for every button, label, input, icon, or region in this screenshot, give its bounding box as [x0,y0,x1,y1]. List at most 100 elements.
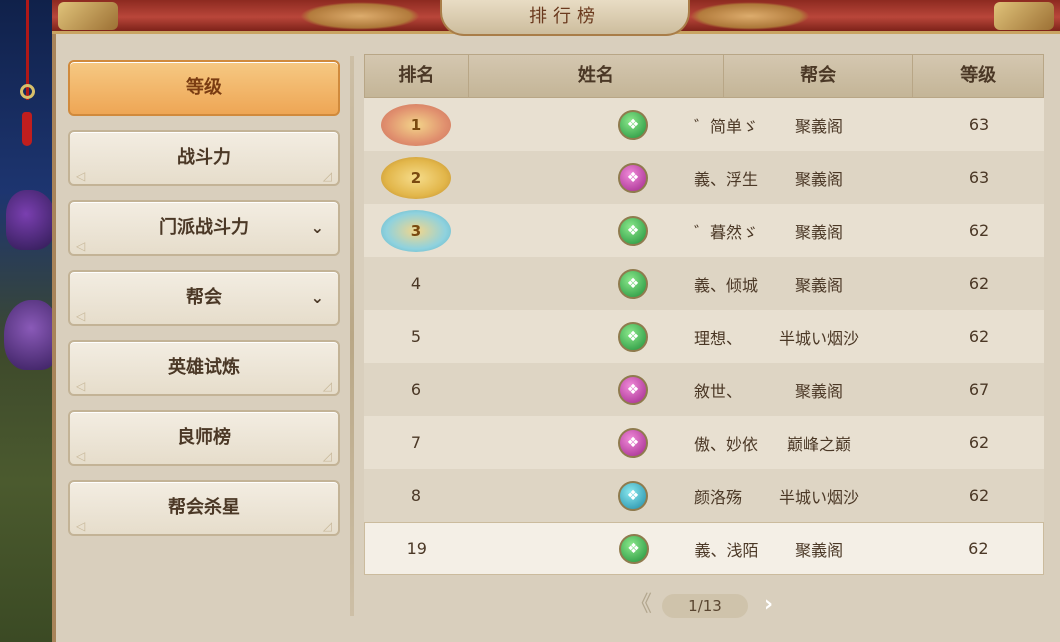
class-gem-icon: ❖ [618,215,648,246]
ranking-table: 排名 姓名 帮会 等级 1 ❖ ゛简单ゞ 聚義阁 63 2 ❖ 義、浮生 聚義阁 6… [364,54,1044,575]
category-menu: 等级 ◁ 战斗力 ◿ ◁ 门派战斗力 ⌄ ◁ 帮会 ⌄ ◁ 英雄试炼 ◿ ◁ 良… [68,60,340,550]
class-gem-icon: ❖ [618,268,648,299]
level-cell: 62 [968,221,990,240]
guild-cell: 聚義阁 [794,169,843,189]
table-body: 1 ❖ ゛简单ゞ 聚義阁 63 2 ❖ 義、浮生 聚義阁 63 3 ❖ ゛暮然ゞ 聚義… [364,98,1044,575]
rank-cell: 19 [406,539,427,558]
level-cell: 62 [968,539,989,558]
class-gem-icon: ❖ [618,109,648,140]
column-header-guild: 帮会 [724,55,914,97]
menu-item-hero-trial[interactable]: ◁ 英雄试炼 ◿ [68,340,340,396]
table-row[interactable]: 7 ❖ 傲、妙依 巅峰之巅 62 [364,416,1044,469]
name-cell: ❖ ゛简单ゞ [468,109,758,140]
table-row[interactable]: 2 ❖ 義、浮生 聚義阁 63 [364,151,1044,204]
ornament-icon: ◿ [322,379,332,393]
table-row[interactable]: 4 ❖ 義、倾城 聚義阁 62 [364,257,1044,310]
ornament-icon: ◁ [76,239,86,253]
table-row[interactable]: 6 ❖ 敘世、 聚義阁 67 [364,363,1044,416]
level-cell: 62 [968,327,990,346]
menu-item-label: 战斗力 [177,147,231,168]
ornament-icon: ◿ [322,169,332,183]
menu-item-guild-killstar[interactable]: ◁ 帮会杀星 ◿ [68,480,340,536]
character-sprite [6,190,56,250]
title-corner-ornament [58,2,118,30]
guild-cell: 聚義阁 [794,275,843,295]
ornament-icon: ◁ [76,449,86,463]
rank-medal-icon: 2 [381,156,451,199]
guild-cell: 巅峰之巅 [786,434,851,454]
table-row-self[interactable]: 19 ❖ 義、浅陌 聚義阁 62 [364,522,1044,575]
table-row[interactable]: 1 ❖ ゛简单ゞ 聚義阁 63 [364,98,1044,151]
column-header-name: 姓名 [469,55,724,97]
rank-cell: 3 [364,209,468,252]
panel-divider [350,56,354,616]
page-indicator: 1/13 [662,594,748,618]
rank-medal-icon: 1 [381,103,451,146]
rank-cell: 1 [364,103,468,146]
column-header-level: 等级 [960,65,997,86]
page-title: 排行榜 [440,0,690,36]
menu-item-guild[interactable]: ◁ 帮会 ⌄ [68,270,340,326]
character-sprite [4,300,58,370]
title-ornament [300,2,420,30]
table-header: 排名 姓名 帮会 等级 [364,54,1044,98]
name-cell: ❖ 理想、 [468,321,742,352]
guild-cell: 聚義阁 [794,381,843,401]
guild-cell: 聚義阁 [795,540,844,560]
ornament-icon: ◁ [76,519,86,533]
guild-cell: 聚義阁 [794,222,843,242]
chevron-down-icon[interactable]: ⌄ [311,272,324,324]
rank-cell: 6 [410,380,422,399]
class-gem-icon: ❖ [618,427,648,458]
title-ornament [690,2,810,30]
rank-cell: 7 [410,433,422,452]
rank-cell: 8 [410,486,422,505]
menu-item-combat-power[interactable]: ◁ 战斗力 ◿ [68,130,340,186]
menu-item-label: 良师榜 [177,427,231,448]
chevron-down-icon[interactable]: ⌄ [311,202,324,254]
rank-cell: 4 [410,274,422,293]
class-gem-icon: ❖ [618,162,648,193]
guild-cell: 半城い烟沙 [778,328,859,348]
ornament-icon: ◁ [76,309,86,323]
name-cell: ❖ 義、浅陌 [469,533,759,564]
table-row[interactable]: 3 ❖ ゛暮然ゞ 聚義阁 62 [364,204,1044,257]
class-gem-icon: ❖ [618,321,648,352]
menu-item-label: 帮会 [186,287,222,308]
ornament-icon: ◿ [322,449,332,463]
menu-item-sect-combat-power[interactable]: ◁ 门派战斗力 ⌄ [68,200,340,256]
menu-item-level[interactable]: 等级 [68,60,340,116]
name-cell: ❖ 義、倾城 [468,268,758,299]
rank-medal-icon: 3 [381,209,451,252]
class-gem-icon: ❖ [618,533,649,564]
class-gem-icon: ❖ [618,374,648,405]
menu-item-label: 帮会杀星 [168,497,240,518]
table-row[interactable]: 8 ❖ 颜洛殇 半城い烟沙 62 [364,469,1044,522]
title-corner-ornament [994,2,1054,30]
name-cell: ❖ 颜洛殇 [468,480,742,511]
chevron-left-icon[interactable]: 《 [630,592,652,618]
ornament-icon: ◿ [322,519,332,533]
level-cell: 62 [968,486,990,505]
tassel-decoration [22,112,32,146]
menu-item-label: 门派战斗力 [159,217,249,238]
rank-cell: 2 [364,156,468,199]
ornament-icon: ◁ [76,379,86,393]
guild-cell: 半城い烟沙 [778,487,859,507]
level-cell: 63 [968,168,990,187]
level-cell: 62 [968,433,990,452]
table-row[interactable]: 5 ❖ 理想、 半城い烟沙 62 [364,310,1044,363]
pagination: 《 1/13 › [630,592,790,620]
level-cell: 67 [968,380,990,399]
rank-cell: 5 [410,327,422,346]
name-cell: ❖ 敘世、 [468,374,742,405]
ring-decoration [20,84,35,99]
column-header-rank: 排名 [365,55,469,97]
menu-item-mentor-ranking[interactable]: ◁ 良师榜 ◿ [68,410,340,466]
chevron-right-icon[interactable]: › [764,592,773,618]
menu-item-label: 英雄试炼 [168,357,240,378]
level-cell: 62 [968,274,990,293]
name-cell: ❖ 傲、妙依 [468,427,758,458]
name-cell: ❖ 義、浮生 [468,162,758,193]
menu-item-label: 等级 [186,77,222,98]
